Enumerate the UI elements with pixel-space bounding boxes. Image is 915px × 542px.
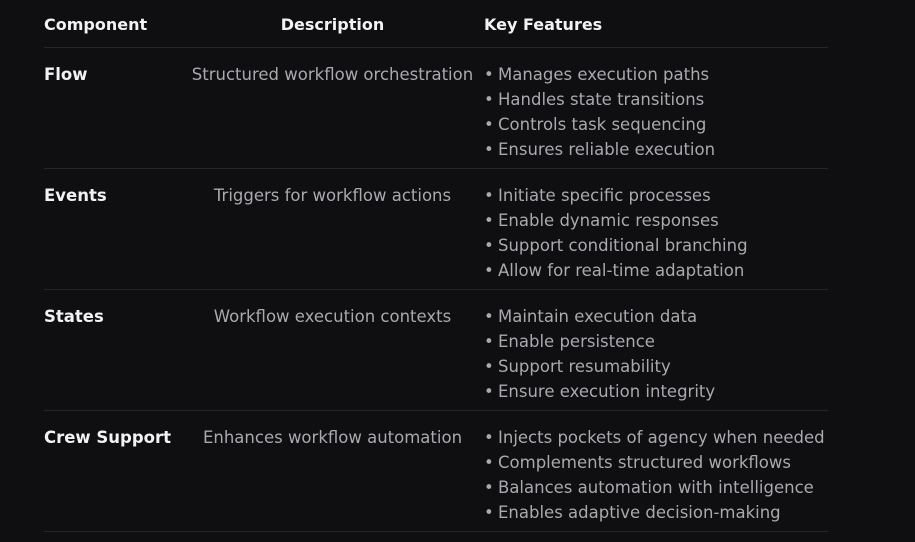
table-row: States Workflow execution contexts • Mainta… <box>44 290 828 411</box>
feature-text: Enable persistence <box>498 332 655 351</box>
bullet-icon: • <box>484 236 494 255</box>
feature-text: Allow for real-time adaptation <box>498 261 745 280</box>
feature-item: • Controls task sequencing <box>484 112 828 137</box>
component-description: Structured workflow orchestration <box>191 65 474 84</box>
component-name: Events <box>44 186 107 205</box>
feature-text: Maintain execution data <box>498 307 698 326</box>
bullet-icon: • <box>484 453 494 472</box>
table-row: Crew Support Enhances workflow automation… <box>44 411 828 532</box>
feature-text: Initiate specific processes <box>498 186 711 205</box>
feature-item: • Handles state transitions <box>484 87 828 112</box>
feature-text: Support conditional branching <box>498 236 748 255</box>
feature-text: Ensures reliable execution <box>498 140 716 159</box>
feature-item: • Complements structured workflows <box>484 450 828 475</box>
feature-item: • Enables adaptive decision-making <box>484 500 828 525</box>
table-header-row: Component Description Key Features <box>44 0 828 48</box>
feature-list: • Maintain execution data • Enable persiste… <box>484 304 828 404</box>
feature-item: • Maintain execution data <box>484 304 828 329</box>
feature-text: Balances automation with intelligence <box>498 478 814 497</box>
feature-list: • Manages execution paths • Handles state t… <box>484 62 828 162</box>
feature-item: • Manages execution paths <box>484 62 828 87</box>
bullet-icon: • <box>484 140 494 159</box>
bullet-icon: • <box>484 115 494 134</box>
feature-item: • Injects pockets of agency when needed <box>484 425 828 450</box>
bullet-icon: • <box>484 503 494 522</box>
bullet-icon: • <box>484 478 494 497</box>
feature-item: • Ensure execution integrity <box>484 379 828 404</box>
bullet-icon: • <box>484 261 494 280</box>
feature-item: • Enable dynamic responses <box>484 208 828 233</box>
bullet-icon: • <box>484 332 494 351</box>
component-name: States <box>44 307 104 326</box>
component-description: Triggers for workflow actions <box>213 186 452 205</box>
bullet-icon: • <box>484 211 494 230</box>
feature-text: Ensure execution integrity <box>498 382 716 401</box>
bullet-icon: • <box>484 357 494 376</box>
feature-item: • Balances automation with intelligence <box>484 475 828 500</box>
feature-text: Manages execution paths <box>498 65 710 84</box>
component-name: Flow <box>44 65 88 84</box>
key-features-cell: • Initiate specific processes • Enable dyna… <box>484 169 828 289</box>
table-row: Events Triggers for workflow actions • Init… <box>44 169 828 290</box>
feature-item: • Support conditional branching <box>484 233 828 258</box>
bullet-icon: • <box>484 65 494 84</box>
bullet-icon: • <box>484 186 494 205</box>
feature-text: Injects pockets of agency when needed <box>498 428 825 447</box>
bullet-icon: • <box>484 382 494 401</box>
feature-item: • Support resumability <box>484 354 828 379</box>
header-description: Description <box>280 15 385 34</box>
header-component: Component <box>44 15 148 34</box>
bullet-icon: • <box>484 90 494 109</box>
bullet-icon: • <box>484 307 494 326</box>
feature-list: • Injects pockets of agency when needed • C… <box>484 425 828 525</box>
feature-item: • Ensures reliable execution <box>484 137 828 162</box>
key-features-cell: • Maintain execution data • Enable persiste… <box>484 290 828 410</box>
feature-item: • Enable persistence <box>484 329 828 354</box>
key-features-cell: • Injects pockets of agency when needed • C… <box>484 411 828 531</box>
feature-text: Handles state transitions <box>498 90 705 109</box>
key-features-cell: • Manages execution paths • Handles state t… <box>484 48 828 168</box>
feature-text: Complements structured workflows <box>498 453 791 472</box>
feature-item: • Allow for real-time adaptation <box>484 258 828 283</box>
feature-text: Support resumability <box>498 357 671 376</box>
bullet-icon: • <box>484 428 494 447</box>
feature-text: Controls task sequencing <box>498 115 707 134</box>
feature-item: • Initiate specific processes <box>484 183 828 208</box>
components-table: Component Description Key Features Flow S… <box>44 0 828 532</box>
component-name: Crew Support <box>44 428 172 447</box>
component-description: Enhances workflow automation <box>202 428 463 447</box>
component-description: Workflow execution contexts <box>213 307 452 326</box>
feature-text: Enables adaptive decision-making <box>498 503 781 522</box>
header-key-features: Key Features <box>484 15 603 34</box>
table-body: Flow Structured workflow orchestration • Ma… <box>44 48 828 532</box>
feature-list: • Initiate specific processes • Enable dyna… <box>484 183 828 283</box>
table-row: Flow Structured workflow orchestration • Ma… <box>44 48 828 169</box>
feature-text: Enable dynamic responses <box>498 211 719 230</box>
